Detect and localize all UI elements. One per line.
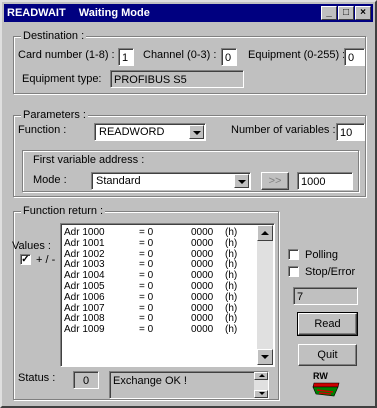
equipment-field[interactable]: 0 xyxy=(344,48,365,66)
values-scrollbar[interactable] xyxy=(257,225,273,365)
values-label: Values : xyxy=(12,240,51,252)
plusminus-checkbox[interactable]: ✓ xyxy=(20,254,31,265)
title-bar[interactable]: READWAIT Waiting Mode _ □ × xyxy=(4,4,373,22)
values-listbox[interactable]: Adr 1000 = 0 0000 (h) Adr 1001 = 0 0000 (h) Adr … xyxy=(60,223,275,367)
maximize-button[interactable]: □ xyxy=(338,6,354,20)
list-item-eq: = 0 xyxy=(139,324,154,336)
stop-error-label: Stop/Error xyxy=(305,266,356,278)
list-item[interactable]: Adr 1001 = 0 0000 (h) xyxy=(64,237,256,250)
mode-label: Mode : xyxy=(33,174,67,186)
list-item-unit: (h) xyxy=(225,237,238,249)
list-item-eq: = 0 xyxy=(139,237,154,249)
scroll-up-arrow-icon[interactable] xyxy=(257,225,273,241)
list-item-unit: (h) xyxy=(225,324,238,336)
mode-dropdown-arrow-icon[interactable] xyxy=(234,174,249,188)
card-number-field[interactable]: 1 xyxy=(118,48,134,66)
plusminus-label: + / - xyxy=(36,254,56,266)
destination-group: Destination : Card number (1-8) : 1 Chan… xyxy=(13,30,366,94)
list-item-val: 0000 xyxy=(191,291,214,303)
status-message: Exchange OK ! xyxy=(113,375,187,387)
rw-logo-icon: RW xyxy=(312,371,340,397)
list-item-val: 0000 xyxy=(191,324,214,336)
parameters-group-label: Parameters : xyxy=(21,109,88,121)
num-variables-field[interactable]: 10 xyxy=(336,123,365,141)
minimize-button[interactable]: _ xyxy=(321,6,337,20)
equipment-type-field: PROFIBUS S5 xyxy=(110,70,244,88)
counter-field: 7 xyxy=(293,287,358,305)
first-variable-group: First variable address : Mode : Standard… xyxy=(22,150,359,192)
rw-logo-text: RW xyxy=(313,371,328,381)
list-item-name: Adr 1006 xyxy=(64,291,105,303)
read-button[interactable]: Read xyxy=(297,312,358,336)
card-number-label: Card number (1-8) : xyxy=(18,49,115,61)
window-title: Waiting Mode xyxy=(78,7,150,19)
list-item-name: Adr 1009 xyxy=(64,324,105,336)
quit-button[interactable]: Quit xyxy=(298,344,357,366)
first-variable-label: First variable address : xyxy=(33,154,145,166)
function-dropdown-arrow-icon[interactable] xyxy=(189,125,204,139)
function-label: Function : xyxy=(18,124,67,136)
list-item-unit: (h) xyxy=(225,291,238,303)
readwait-window: READWAIT Waiting Mode _ □ × Destination … xyxy=(0,0,377,408)
channel-field[interactable]: 0 xyxy=(221,48,237,66)
status-scroll-up-icon[interactable] xyxy=(254,372,268,380)
list-item[interactable]: Adr 1009 = 0 0000 (h) xyxy=(64,324,256,336)
function-return-group-label: Function return : xyxy=(21,205,106,217)
equipment-label: Equipment (0-255) : xyxy=(248,49,346,61)
list-item[interactable]: Adr 1006 = 0 0000 (h) xyxy=(64,291,256,304)
status-message-field: Exchange OK ! xyxy=(109,371,269,399)
status-scrollbar[interactable] xyxy=(254,372,268,398)
status-scroll-down-icon[interactable] xyxy=(254,390,268,398)
list-item-val: 0000 xyxy=(191,237,214,249)
num-variables-label: Number of variables : xyxy=(231,124,336,136)
polling-checkbox[interactable] xyxy=(288,249,299,260)
status-label: Status : xyxy=(18,372,56,384)
polling-label: Polling xyxy=(305,249,339,261)
parameters-group: Parameters : Function : READWORD Number … xyxy=(13,109,366,197)
first-address-field[interactable]: 1000 xyxy=(297,172,353,190)
address-browse-button[interactable]: >> xyxy=(261,172,289,190)
function-select-value: READWORD xyxy=(99,126,165,138)
function-select[interactable]: READWORD xyxy=(94,123,206,141)
function-return-group: Function return : Values : ✓ + / - Adr 1… xyxy=(12,205,279,400)
close-button[interactable]: × xyxy=(355,6,371,20)
equipment-type-label: Equipment type: xyxy=(22,73,102,85)
scroll-down-arrow-icon[interactable] xyxy=(257,349,273,365)
channel-label: Channel (0-3) : xyxy=(143,49,217,61)
destination-group-label: Destination : xyxy=(21,30,87,42)
status-code-field: 0 xyxy=(73,371,99,389)
list-item-name: Adr 1001 xyxy=(64,237,105,249)
window-app-name: READWAIT xyxy=(7,7,66,19)
mode-select[interactable]: Standard xyxy=(91,172,251,190)
list-item-eq: = 0 xyxy=(139,291,154,303)
stop-error-checkbox[interactable] xyxy=(288,266,299,277)
mode-select-value: Standard xyxy=(96,175,141,187)
